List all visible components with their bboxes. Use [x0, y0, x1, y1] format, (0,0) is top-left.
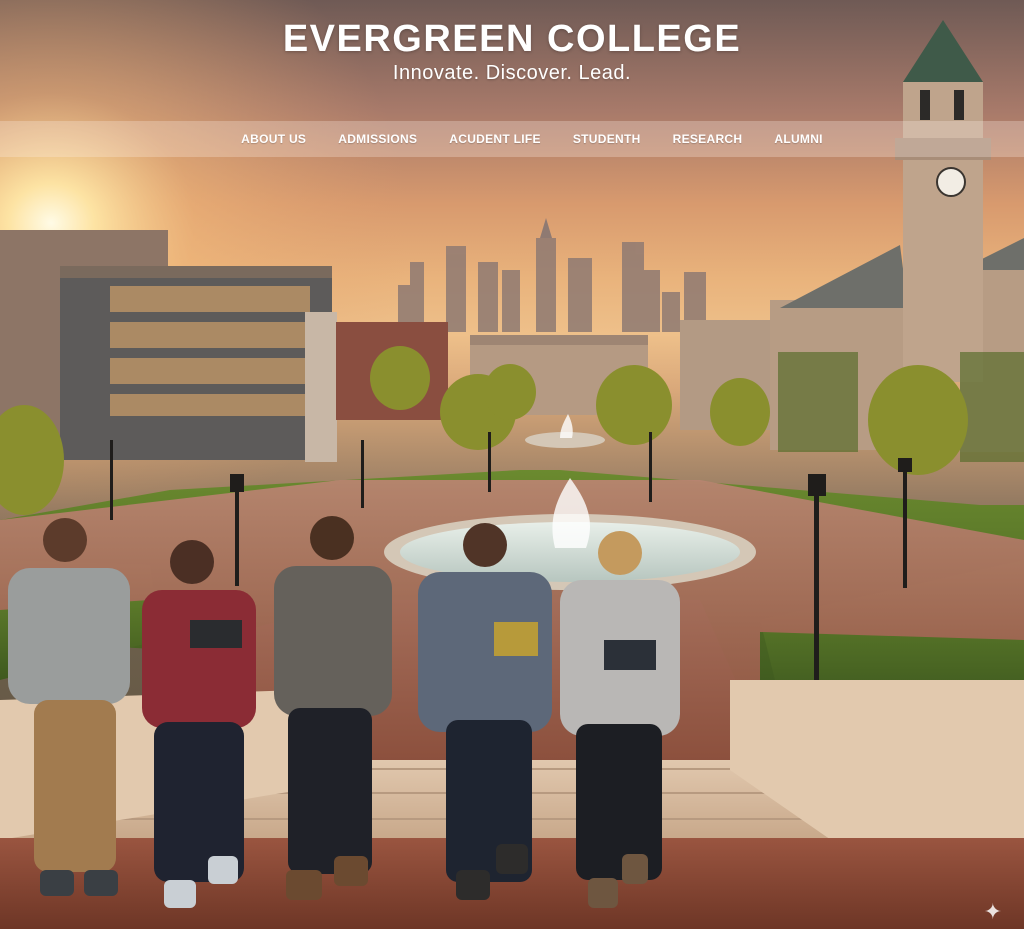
main-navigation: ABOUT US ADMISSIONS ACUDENT LIFE STUDENT… [0, 121, 1024, 157]
sparkle-icon: ✦ [983, 899, 1002, 924]
nav-item-acudent-life[interactable]: ACUDENT LIFE [433, 132, 557, 146]
site-tagline: Innovate. Discover. Lead. [392, 62, 632, 84]
nav-list: ABOUT US ADMISSIONS ACUDENT LIFE STUDENT… [225, 132, 839, 146]
nav-item-studenth[interactable]: STUDENTH [557, 132, 657, 146]
nav-item-research[interactable]: RESEARCH [657, 132, 759, 146]
nav-item-admissions[interactable]: ADMISSIONS [322, 132, 433, 146]
nav-item-about-us[interactable]: ABOUT US [225, 132, 322, 146]
nav-item-alumni[interactable]: ALUMNI [758, 132, 838, 146]
site-title: EVERGREEN COLLEGE [282, 18, 742, 60]
hero-banner: EVERGREEN COLLEGE Innovate. Discover. Le… [0, 0, 1024, 929]
